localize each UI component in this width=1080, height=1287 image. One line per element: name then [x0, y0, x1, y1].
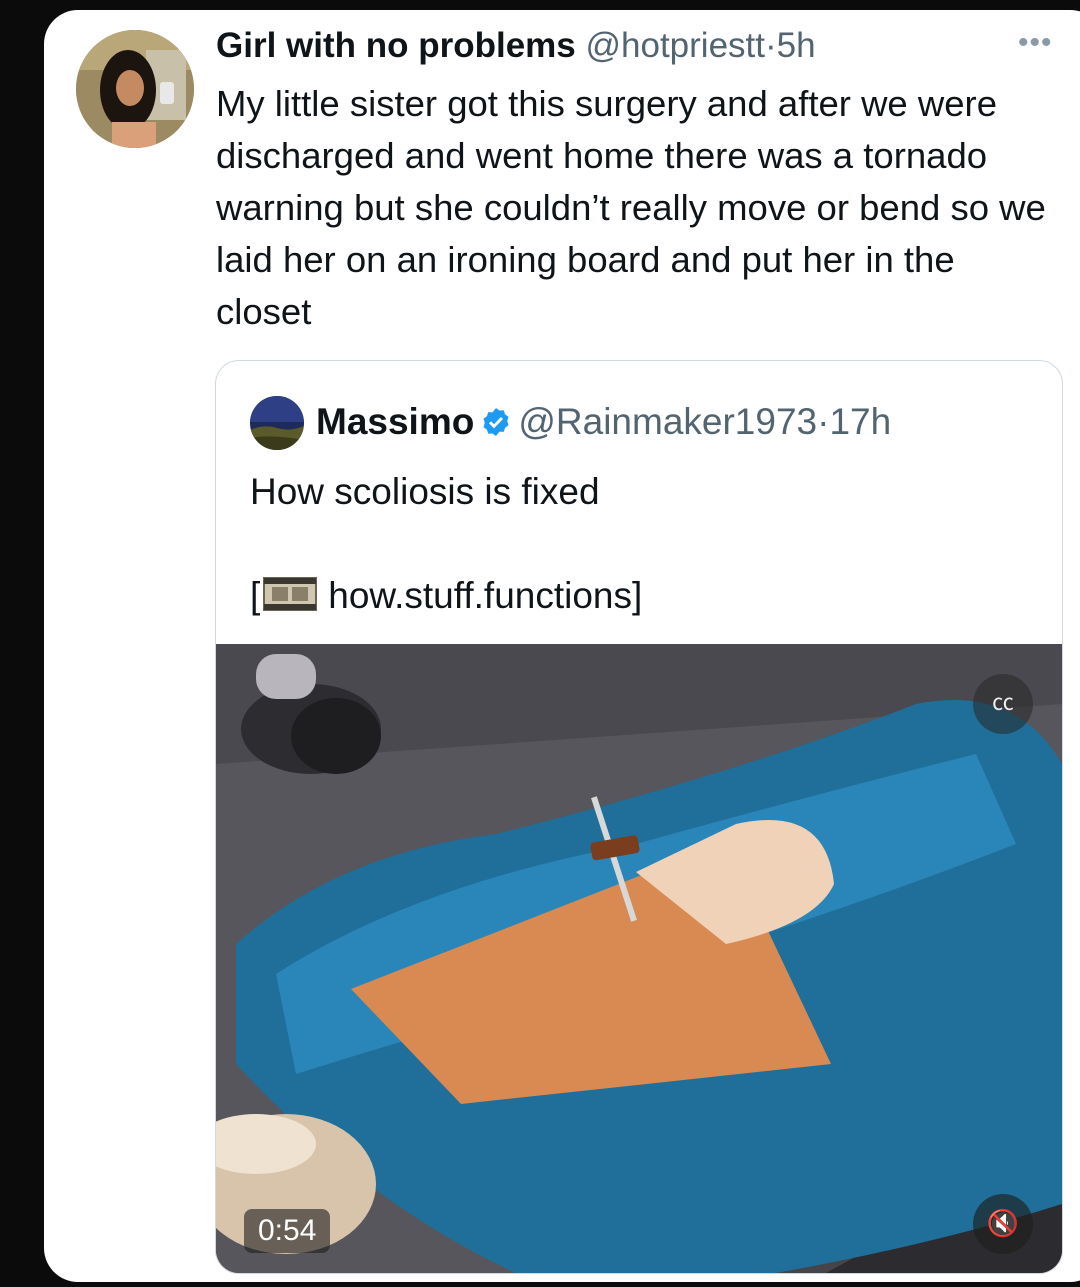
ellipsis-icon[interactable]: •••: [1018, 26, 1053, 60]
quoted-tweet[interactable]: Massimo @Rainmaker1973·17h How scoliosis …: [215, 360, 1063, 1274]
captions-off-icon[interactable]: ㏄: [973, 674, 1033, 734]
author-handle[interactable]: @hotpriestt: [585, 26, 765, 65]
video-duration: 0:54: [244, 1209, 331, 1253]
author-avatar[interactable]: [76, 30, 194, 148]
quote-separator-dot: ·: [817, 401, 830, 442]
verified-badge-icon: [483, 408, 509, 436]
quote-author-handle[interactable]: @Rainmaker1973: [518, 401, 817, 442]
quote-credit: [ how.stuff.functions]: [250, 571, 642, 621]
author-name[interactable]: Girl with no problems: [216, 26, 576, 65]
separator-dot: ·: [764, 26, 777, 65]
quote-time[interactable]: 17h: [829, 401, 891, 442]
muted-speaker-icon[interactable]: 🔇: [973, 1194, 1033, 1254]
credit-bracket: [: [250, 575, 261, 616]
tweet-time[interactable]: 5h: [777, 26, 816, 65]
video-player[interactable]: ㏄ 0:54 🔇: [216, 644, 1062, 1273]
quote-author-avatar[interactable]: [250, 396, 304, 450]
tweet-text: My little sister got this surgery and af…: [216, 83, 1046, 332]
video-frame: [216, 644, 1062, 1273]
credit-text[interactable]: how.stuff.functions]: [328, 575, 642, 616]
quote-author-name[interactable]: Massimo: [316, 401, 474, 442]
film-strip-icon: [263, 577, 318, 611]
tweet-header: Girl with no problems @hotpriestt·5h: [216, 24, 1016, 68]
quote-text: How scoliosis is fixed: [250, 471, 600, 512]
quote-header: Massimo @Rainmaker1973·17h: [316, 399, 891, 445]
